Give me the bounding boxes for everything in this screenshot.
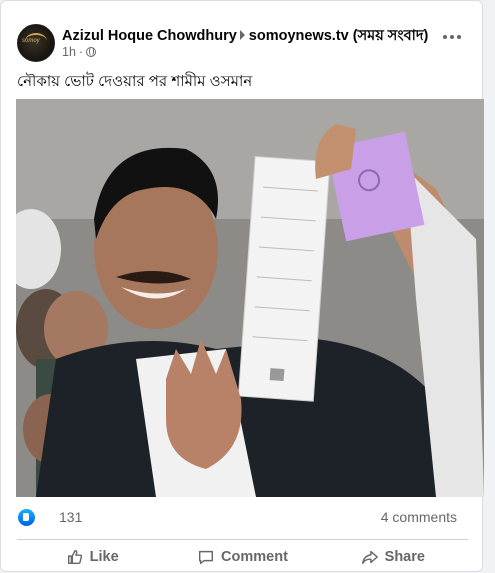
share-label: Share [384,549,425,565]
actions-divider [17,539,468,540]
meta-separator: · [78,45,84,59]
reaction-count[interactable]: 131 [59,509,82,525]
logo-mark-icon: somoy [22,38,40,44]
caret-right-icon [239,30,245,40]
comments-count[interactable]: 4 comments [381,509,457,525]
comment-label: Comment [221,549,288,565]
more-dot-icon [443,35,447,39]
post-header-names: Azizul Hoque Chowdhury somoynews.tv (সময়… [62,25,428,49]
like-reaction-icon[interactable] [18,509,35,526]
post-photo[interactable] [16,99,484,497]
post-actions: Like Comment Share [17,541,468,573]
avatar[interactable]: somoy [17,24,55,62]
post-text: নৌকায় ভোট দেওয়ার পর শামীম ওসমান [17,73,253,90]
thumbs-up-icon [67,549,82,565]
share-arrow-icon [361,550,378,565]
more-dot-icon [450,35,454,39]
post-card: somoy Azizul Hoque Chowdhury somoynews.tv… [0,0,484,573]
post-meta: 1h · [62,45,97,59]
more-options-button[interactable] [441,31,465,43]
globe-icon [86,47,97,57]
post-time[interactable]: 1h [62,45,76,59]
comment-button[interactable]: Comment [167,541,317,573]
more-dot-icon [457,35,461,39]
shared-to-page[interactable]: somoynews.tv (সময় সংবাদ) [249,28,429,44]
like-button[interactable]: Like [17,541,167,573]
photo-illustration [16,99,484,497]
author-name[interactable]: Azizul Hoque Chowdhury [62,28,237,44]
comment-bubble-icon [199,550,214,565]
like-label: Like [89,549,119,565]
share-button[interactable]: Share [318,541,468,573]
